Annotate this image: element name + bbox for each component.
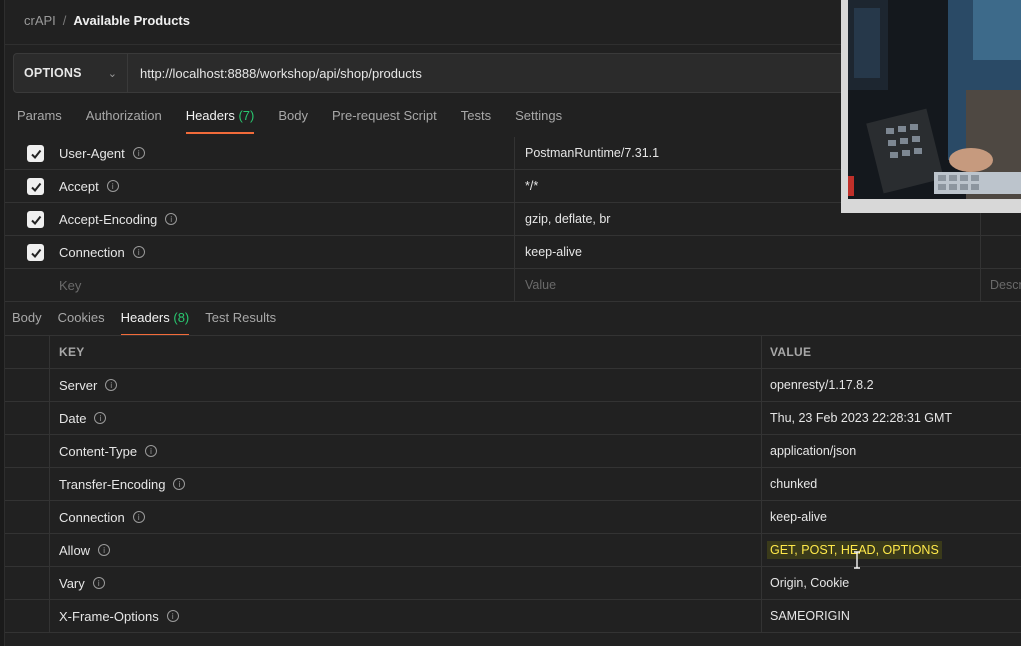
check-icon xyxy=(30,182,41,192)
breadcrumb-collection[interactable]: crAPI xyxy=(24,13,56,28)
check-icon xyxy=(30,149,41,159)
tab-response-headers[interactable]: Headers (8) xyxy=(120,310,190,336)
header-value[interactable]: keep-alive xyxy=(525,245,582,259)
tab-response-body[interactable]: Body xyxy=(12,310,42,334)
enabled-checkbox[interactable] xyxy=(27,178,44,195)
info-icon[interactable]: i xyxy=(173,478,186,490)
check-icon xyxy=(30,248,41,258)
header-value: SAMEORIGIN xyxy=(770,609,850,623)
table-row: Transfer-Encoding i chunked xyxy=(5,468,1021,501)
header-key[interactable]: User-Agent i xyxy=(59,146,145,161)
tab-headers[interactable]: Headers (7) xyxy=(185,108,255,134)
breadcrumb-separator: / xyxy=(62,12,67,28)
table-row: Content-Type i application/json xyxy=(5,435,1021,468)
info-icon[interactable]: i xyxy=(94,412,107,424)
header-value: application/json xyxy=(770,444,857,458)
column-header-key: KEY xyxy=(59,345,85,359)
text-cursor-icon xyxy=(854,551,860,569)
table-row: Connection i keep-alive xyxy=(5,501,1021,534)
header-value: Thu, 23 Feb 2023 22:28:31 GMT xyxy=(770,411,953,425)
request-tabs: Params Authorization Headers (7) Body Pr… xyxy=(17,108,586,134)
value-input[interactable]: Value xyxy=(525,278,556,292)
description-input[interactable]: Descri xyxy=(990,278,1021,292)
info-icon: i xyxy=(106,180,119,192)
info-icon[interactable]: i xyxy=(98,544,111,556)
response-tabs: Body Cookies Headers (8) Test Results xyxy=(12,310,292,336)
table-row: Date i Thu, 23 Feb 2023 22:28:31 GMT xyxy=(5,402,1021,435)
breadcrumb-request-name[interactable]: Available Products xyxy=(73,13,190,28)
header-value[interactable]: */* xyxy=(525,179,538,193)
table-header-row: KEY VALUE xyxy=(5,336,1021,369)
tab-pre-request-script[interactable]: Pre-request Script xyxy=(332,108,437,132)
tab-count: (7) xyxy=(238,108,255,123)
table-row: Server i openresty/1.17.8.2 xyxy=(5,369,1021,402)
header-key: Date i xyxy=(59,411,107,426)
tab-authorization[interactable]: Authorization xyxy=(86,108,162,132)
table-row: Allow i GET, POST, HEAD, OPTIONS xyxy=(5,534,1021,567)
chevron-down-icon: ⌄ xyxy=(107,67,117,80)
webcam-video xyxy=(848,0,1021,199)
method-label: OPTIONS xyxy=(24,66,82,80)
info-icon: i xyxy=(132,147,145,159)
table-row: Connection i keep-alive xyxy=(5,236,1021,269)
enabled-checkbox[interactable] xyxy=(27,211,44,228)
header-key: Transfer-Encoding i xyxy=(59,477,186,492)
url-bar: OPTIONS ⌄ http://localhost:8888/workshop… xyxy=(13,53,873,93)
header-key: Content-Type i xyxy=(59,444,158,459)
key-input[interactable]: Key xyxy=(59,278,81,293)
info-icon: i xyxy=(132,246,145,258)
table-row-new: Key Value Descri xyxy=(5,269,1021,302)
webcam-overlay xyxy=(841,0,1021,213)
tab-settings[interactable]: Settings xyxy=(515,108,562,132)
tab-tests[interactable]: Tests xyxy=(461,108,491,132)
header-value: keep-alive xyxy=(770,510,827,524)
info-icon[interactable]: i xyxy=(132,511,145,523)
header-key[interactable]: Accept-Encoding i xyxy=(59,212,178,227)
header-value: openresty/1.17.8.2 xyxy=(770,378,874,392)
tab-count: (8) xyxy=(173,310,190,325)
header-key[interactable]: Accept i xyxy=(59,179,119,194)
info-icon[interactable]: i xyxy=(92,577,105,589)
header-value: Origin, Cookie xyxy=(770,576,850,590)
header-key: Vary i xyxy=(59,576,105,591)
tab-body[interactable]: Body xyxy=(278,108,308,132)
tab-params[interactable]: Params xyxy=(17,108,62,132)
column-header-value: VALUE xyxy=(770,345,812,359)
header-key: Connection i xyxy=(59,510,145,525)
header-key: Allow i xyxy=(59,543,111,558)
info-icon: i xyxy=(165,213,178,225)
info-icon[interactable]: i xyxy=(145,445,158,457)
header-value[interactable]: PostmanRuntime/7.31.1 xyxy=(525,146,659,160)
response-headers-table: KEY VALUE Server i openresty/1.17.8.2 Dat… xyxy=(5,336,1021,633)
header-value[interactable]: gzip, deflate, br xyxy=(525,212,610,226)
table-row: X-Frame-Options i SAMEORIGIN xyxy=(5,600,1021,633)
enabled-checkbox[interactable] xyxy=(27,145,44,162)
url-input[interactable]: http://localhost:8888/workshop/api/shop/… xyxy=(128,66,422,81)
tab-cookies[interactable]: Cookies xyxy=(58,310,105,334)
table-row: Vary i Origin, Cookie xyxy=(5,567,1021,600)
method-select[interactable]: OPTIONS ⌄ xyxy=(14,54,128,92)
enabled-checkbox[interactable] xyxy=(27,244,44,261)
header-key[interactable]: Connection i xyxy=(59,245,145,260)
tab-test-results[interactable]: Test Results xyxy=(205,310,276,334)
check-icon xyxy=(30,215,41,225)
header-value: chunked xyxy=(770,477,818,491)
info-icon[interactable]: i xyxy=(105,379,118,391)
header-key: X-Frame-Options i xyxy=(59,609,179,624)
breadcrumb: crAPI / Available Products xyxy=(24,12,190,28)
info-icon[interactable]: i xyxy=(166,610,179,622)
header-key: Server i xyxy=(59,378,118,393)
